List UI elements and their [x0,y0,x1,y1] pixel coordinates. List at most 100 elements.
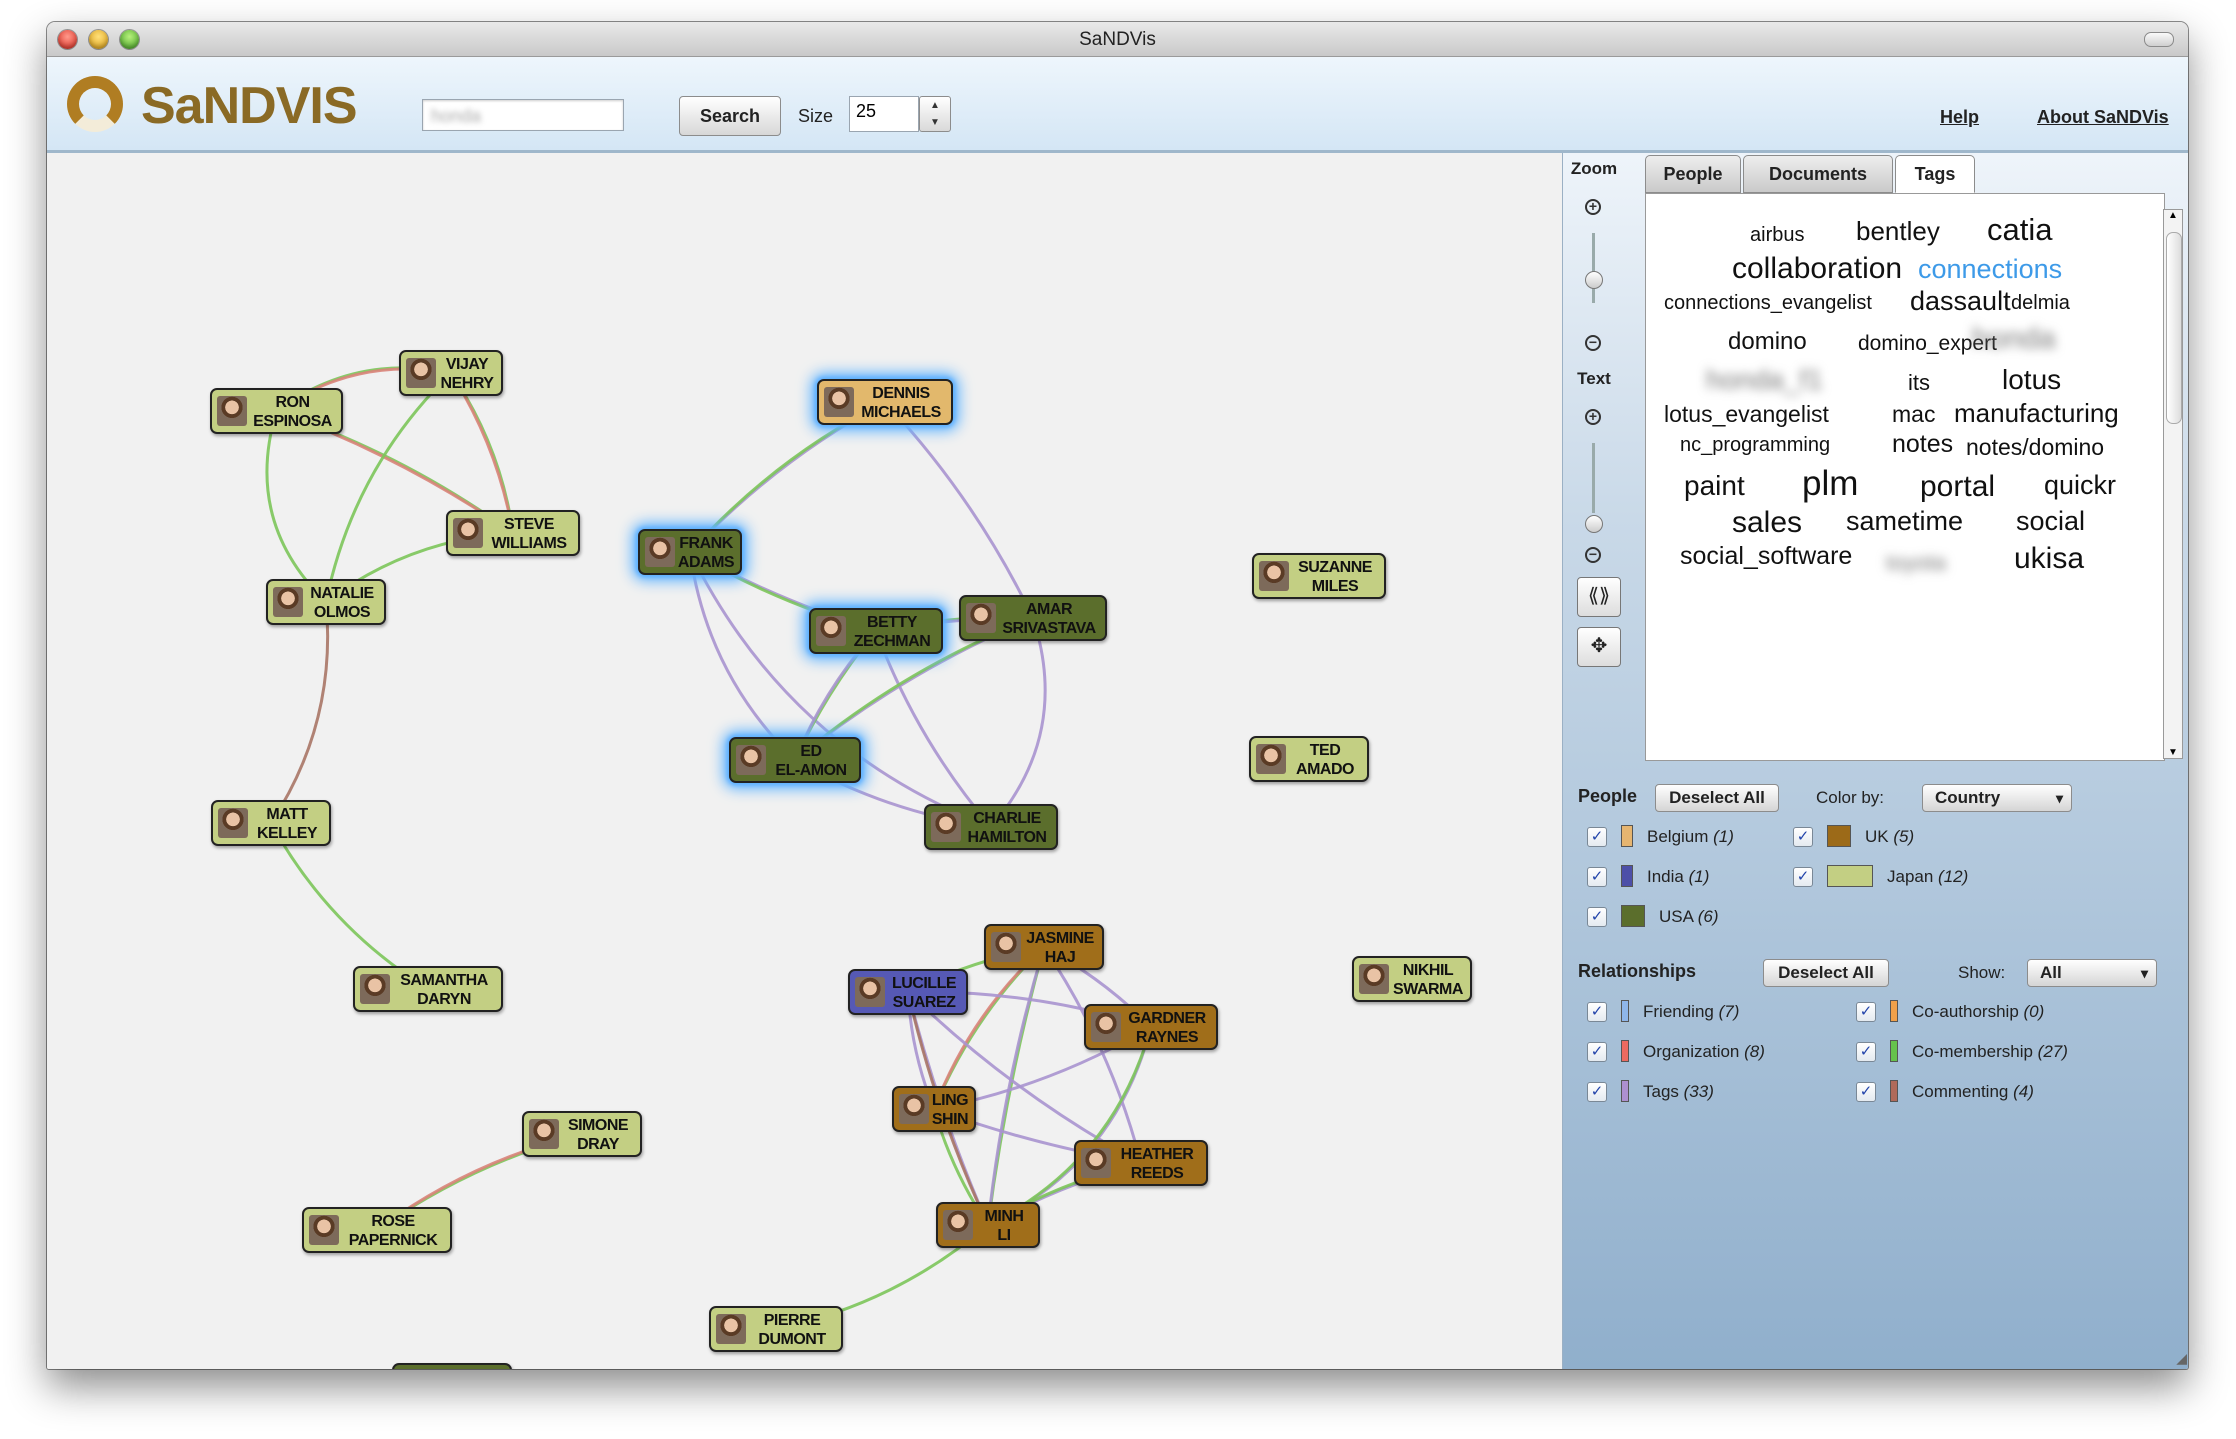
tag-lotus[interactable]: lotus [2002,364,2061,396]
country-uk-checkbox[interactable]: ✓ [1793,827,1813,847]
tag-delmia[interactable]: delmia [2011,292,2070,315]
scroll-down-icon[interactable]: ▼ [2164,747,2182,758]
person-node-natalie[interactable]: NATALIE OLMOS [266,579,386,625]
relationships-deselect-all-button[interactable]: Deselect All [1763,959,1889,987]
tag-scrollbar[interactable]: ▲ ▼ [2163,209,2183,759]
tag-honda[interactable]: honda [1972,322,2055,356]
person-node-suzanne[interactable]: SUZANNE MILES [1252,553,1386,599]
tag-domino[interactable]: domino [1728,328,1807,356]
layout-spring-icon[interactable]: ⟪⟫ [1577,577,1621,617]
relationship-commenting-checkbox[interactable]: ✓ [1856,1082,1876,1102]
person-node-frank[interactable]: FRANK ADAMS [638,529,742,575]
country-india-checkbox[interactable]: ✓ [1587,867,1607,887]
about-link[interactable]: About SaNDVis [2037,107,2169,128]
tag-lotus-evangelist[interactable]: lotus_evangelist [1664,401,1829,428]
tag-dassault[interactable]: dassault [1910,286,2011,317]
person-node-ling[interactable]: LING SHIN [892,1086,976,1132]
tag-airbus[interactable]: airbus [1750,224,1804,247]
tag-portal[interactable]: portal [1920,470,1995,504]
person-node-samantha[interactable]: SAMANTHA DARYN [353,966,503,1012]
person-node-steve[interactable]: STEVE WILLIAMS [446,510,580,556]
person-node-pierre[interactable]: PIERRE DUMONT [709,1306,843,1352]
color-by-select[interactable]: Country [1922,784,2072,812]
zoom-slider-track[interactable] [1592,233,1595,303]
scroll-thumb[interactable] [2166,232,2182,424]
text-slider-track[interactable] [1592,443,1595,513]
zoom-out-icon[interactable]: − [1585,335,1601,351]
tag-quickr[interactable]: quickr [2044,470,2116,501]
person-node-lucille[interactable]: LUCILLE SUAREZ [848,969,968,1015]
person-node-rose[interactable]: ROSE PAPERNICK [302,1207,452,1253]
relationship-tags-checkbox[interactable]: ✓ [1587,1082,1607,1102]
tag-notes-domino[interactable]: notes/domino [1966,434,2104,461]
relationship-co-membership-checkbox[interactable]: ✓ [1856,1042,1876,1062]
person-node-dan[interactable]: DANMISAWA [392,1363,512,1369]
tag-its[interactable]: its [1908,370,1930,396]
person-node-ted[interactable]: TED AMADO [1249,736,1369,782]
tag-social-software[interactable]: social_software [1680,542,1852,571]
text-smaller-icon[interactable]: − [1585,547,1601,563]
person-node-minh[interactable]: MINH LI [936,1202,1040,1248]
person-node-nikhil[interactable]: NIKHIL SWARMA [1352,956,1472,1002]
relationship-friending-checkbox[interactable]: ✓ [1587,1002,1607,1022]
legend-name: USA [1659,907,1698,926]
stepper-down-icon[interactable]: ▼ [920,114,950,131]
pan-move-icon[interactable]: ✥ [1577,627,1621,667]
size-stepper[interactable]: ▲ ▼ [919,96,951,132]
tab-tags[interactable]: Tags [1895,155,1975,193]
country-usa-checkbox[interactable]: ✓ [1587,907,1607,927]
person-node-vijay[interactable]: VIJAY NEHRY [399,350,503,396]
search-input[interactable]: honda [422,99,624,131]
person-node-heather[interactable]: HEATHER REEDS [1074,1140,1208,1186]
stepper-up-icon[interactable]: ▲ [920,97,950,114]
tag-bentley[interactable]: bentley [1856,216,1940,247]
tag-manufacturing[interactable]: manufacturing [1954,398,2119,429]
size-field[interactable]: 25 [849,96,919,132]
person-node-betty[interactable]: BETTY ZECHMAN [809,608,943,654]
tag-nc-programming[interactable]: nc_programming [1680,434,1830,457]
zoom-slider-knob[interactable] [1585,271,1603,289]
tag-connections-evangelist[interactable]: connections_evangelist [1664,292,1872,315]
person-node-ed[interactable]: ED EL-AMON [729,737,861,783]
tag-plm[interactable]: plm [1802,464,1858,504]
country-belgium-checkbox[interactable]: ✓ [1587,827,1607,847]
country-japan-checkbox[interactable]: ✓ [1793,867,1813,887]
person-name: ROSE PAPERNICK [348,1213,438,1249]
people-deselect-all-button[interactable]: Deselect All [1655,784,1779,812]
show-select[interactable]: All [2027,959,2157,987]
tag-sametime[interactable]: sametime [1846,506,1963,537]
resize-grip-icon[interactable]: ◢ [2176,1350,2187,1367]
relationship-organization-checkbox[interactable]: ✓ [1587,1042,1607,1062]
tag-paint[interactable]: paint [1684,470,1745,502]
text-bigger-icon[interactable]: + [1585,409,1601,425]
person-node-jasmine[interactable]: JASMINE HAJ [984,924,1104,970]
person-node-dennis[interactable]: DENNIS MICHAELS [817,379,953,425]
person-node-gardner[interactable]: GARDNER RAYNES [1084,1004,1218,1050]
person-node-ron[interactable]: RON ESPINOSA [210,388,343,434]
tag-catia[interactable]: catia [1987,212,2052,248]
toolbar-toggle-button[interactable] [2144,32,2174,47]
person-name: STEVE WILLIAMS [491,516,567,552]
person-node-charlie[interactable]: CHARLIE HAMILTON [924,804,1058,850]
tag-sales[interactable]: sales [1732,506,1802,540]
tag-connections[interactable]: connections [1918,254,2062,285]
tag-collaboration[interactable]: collaboration [1732,252,1902,286]
zoom-in-icon[interactable]: + [1585,199,1601,215]
person-node-matt[interactable]: MATT KELLEY [211,800,331,846]
relationship-co-authorship-checkbox[interactable]: ✓ [1856,1002,1876,1022]
tag-honda-f1[interactable]: honda_f1 [1706,364,1823,396]
network-graph-canvas[interactable]: RON ESPINOSA VIJAY NEHRY STEVE WILLIAMS NATALI… [47,153,1562,1369]
tag-toyota[interactable]: toyota [1886,550,1946,576]
scroll-up-icon[interactable]: ▲ [2164,210,2182,221]
person-node-simone[interactable]: SIMONE DRAY [522,1111,642,1157]
help-link[interactable]: Help [1940,107,1979,128]
person-node-amar[interactable]: AMAR SRIVASTAVA [959,595,1107,641]
tag-social[interactable]: social [2016,506,2085,537]
tab-people[interactable]: People [1645,155,1741,193]
tab-documents[interactable]: Documents [1743,155,1893,193]
tag-ukisa[interactable]: ukisa [2014,542,2084,576]
text-slider-knob[interactable] [1585,515,1603,533]
tag-mac[interactable]: mac [1892,401,1935,428]
tag-notes[interactable]: notes [1892,430,1953,459]
search-button[interactable]: Search [679,96,781,136]
